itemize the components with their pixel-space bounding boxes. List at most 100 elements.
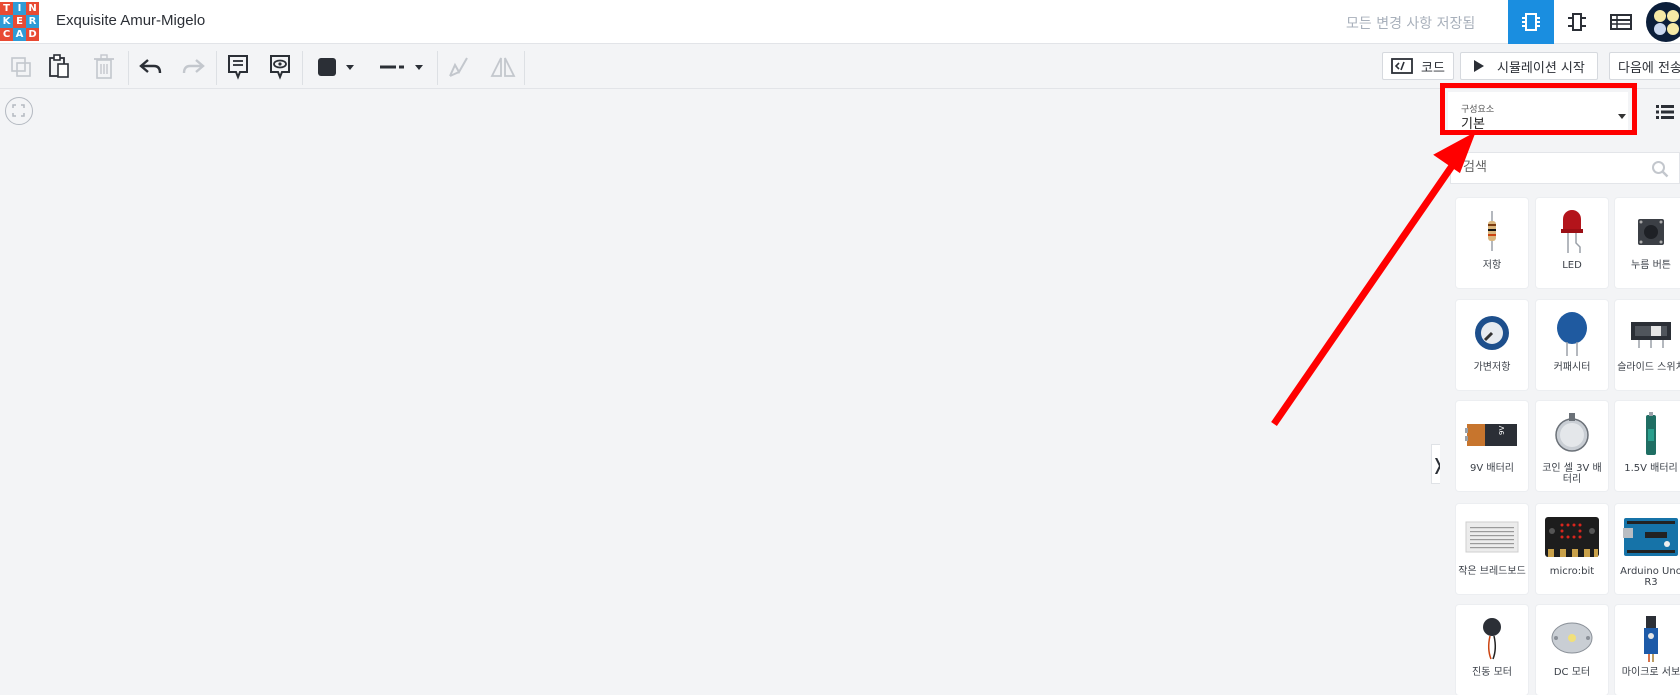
- code-button-label: 코드: [1421, 60, 1445, 76]
- component-tile[interactable]: Arduino Uno R3: [1615, 504, 1680, 594]
- zoom-to-fit-button[interactable]: [5, 97, 33, 125]
- component-tile[interactable]: 1.5V 배터리: [1615, 401, 1680, 491]
- top-bar: TINKERCAD Exquisite Amur-Migelo 모든 변경 사항…: [0, 0, 1680, 44]
- component-label: LED: [1562, 260, 1582, 271]
- component-label: 1.5V 배터리: [1624, 463, 1678, 474]
- save-status: 모든 변경 사항 저장됨: [1346, 16, 1476, 32]
- component-tile[interactable]: 진동 모터: [1456, 605, 1528, 695]
- logo-letter: N: [26, 2, 39, 15]
- component-tile[interactable]: 저항: [1456, 198, 1528, 288]
- slide-switch-icon: [1615, 306, 1680, 360]
- component-label: DC 모터: [1553, 667, 1591, 678]
- component-search-box: [1450, 152, 1680, 184]
- undo-button[interactable]: [136, 51, 166, 83]
- paste-icon: [49, 54, 69, 78]
- led-icon: [1536, 204, 1608, 258]
- project-title[interactable]: Exquisite Amur-Migelo: [56, 12, 205, 29]
- start-simulation-label: 시뮬레이션 시작: [1497, 60, 1585, 76]
- component-label: 누름 버튼: [1631, 260, 1671, 271]
- circuit-view-button[interactable]: [1508, 0, 1554, 44]
- microbit-icon: [1536, 510, 1608, 564]
- resistor-icon: [1456, 204, 1528, 258]
- wire-style-button[interactable]: [370, 51, 432, 83]
- component-label: micro:bit: [1549, 566, 1595, 577]
- toolbar-divider: [302, 51, 303, 85]
- component-tile[interactable]: 가변저항: [1456, 300, 1528, 390]
- toolbar-divider: [524, 51, 525, 85]
- component-label: 슬라이드 스위치: [1617, 362, 1680, 373]
- component-label: 작은 브레드보드: [1458, 566, 1526, 577]
- component-list-view-icon: [1610, 14, 1632, 30]
- start-simulation-button[interactable]: 시뮬레이션 시작: [1460, 52, 1598, 80]
- vibration-motor-icon: [1456, 611, 1528, 665]
- breadboard-icon: [1456, 510, 1528, 564]
- redo-icon: [182, 59, 205, 74]
- component-tile[interactable]: 슬라이드 스위치: [1615, 300, 1680, 390]
- wire-style-icon: [380, 65, 404, 69]
- editor-toolbar: 코드 시뮬레이션 시작 다음에 전송: [0, 45, 1680, 89]
- delete-button[interactable]: [89, 51, 119, 83]
- toolbar-divider: [437, 51, 438, 85]
- tinkercad-logo[interactable]: TINKERCAD: [0, 2, 40, 42]
- chevron-down-icon: [346, 64, 354, 70]
- schematic-view-icon: [1568, 13, 1586, 31]
- component-tile[interactable]: 코인 셀 3V 배터리: [1536, 401, 1608, 491]
- logo-letter: E: [13, 15, 26, 28]
- trash-icon: [94, 54, 114, 79]
- component-list-view-button[interactable]: [1598, 0, 1644, 44]
- component-label: 코인 셀 3V 배터리: [1542, 463, 1602, 485]
- copy-button[interactable]: [6, 51, 36, 83]
- color-picker-button[interactable]: [310, 51, 362, 83]
- color-swatch: [318, 58, 336, 76]
- component-tile[interactable]: 누름 버튼: [1615, 198, 1680, 288]
- component-tile[interactable]: DC 모터: [1536, 605, 1608, 695]
- component-search-input[interactable]: [1461, 159, 1645, 176]
- logo-letter: I: [13, 2, 26, 15]
- rotate-button[interactable]: [444, 51, 474, 83]
- code-button[interactable]: 코드: [1382, 52, 1454, 80]
- dc-motor-icon: [1536, 611, 1608, 665]
- logo-letter: K: [0, 15, 13, 28]
- logo-letter: A: [13, 28, 26, 41]
- circuit-view-icon: [1522, 13, 1540, 31]
- component-label: Arduino Uno R3: [1620, 566, 1680, 588]
- rotate-icon: [449, 57, 468, 77]
- component-tile[interactable]: micro:bit: [1536, 504, 1608, 594]
- logo-letter: T: [0, 2, 13, 15]
- flip-icon: [490, 57, 516, 77]
- component-label: 저항: [1482, 260, 1502, 271]
- component-tile[interactable]: 커패시터: [1536, 300, 1608, 390]
- list-icon: [1656, 105, 1674, 119]
- send-to-label: 다음에 전송: [1618, 60, 1680, 76]
- play-icon: [1474, 60, 1484, 72]
- code-icon: [1391, 58, 1413, 74]
- pushbutton-icon: [1615, 204, 1680, 258]
- chevron-down-icon: [415, 64, 423, 70]
- component-label: 가변저항: [1473, 362, 1511, 373]
- component-tile[interactable]: 9V 9V 배터리: [1456, 401, 1528, 491]
- fit-view-icon: [12, 104, 25, 117]
- note-icon: [228, 55, 248, 80]
- list-view-toggle[interactable]: [1656, 104, 1674, 123]
- component-tile[interactable]: LED: [1536, 198, 1608, 288]
- eye-note-icon: [270, 55, 290, 80]
- send-to-button[interactable]: 다음에 전송: [1609, 52, 1680, 80]
- flip-button[interactable]: [488, 51, 518, 83]
- note-button[interactable]: [223, 51, 253, 83]
- user-avatar[interactable]: [1646, 2, 1680, 42]
- toggle-notes-button[interactable]: [265, 51, 295, 83]
- component-tile[interactable]: 작은 브레드보드: [1456, 504, 1528, 594]
- undo-icon: [139, 59, 162, 74]
- schematic-view-button[interactable]: [1554, 0, 1600, 44]
- logo-letter: D: [26, 28, 39, 41]
- capacitor-icon: [1536, 306, 1608, 360]
- component-tile[interactable]: 마이크로 서보: [1615, 605, 1680, 695]
- paste-button[interactable]: [44, 51, 74, 83]
- redo-button[interactable]: [178, 51, 208, 83]
- coin-cell-battery-icon: [1536, 407, 1608, 461]
- component-label: 커패시터: [1553, 362, 1591, 373]
- logo-letter: R: [26, 15, 39, 28]
- component-label: 진동 모터: [1472, 667, 1512, 678]
- potentiometer-icon: [1456, 306, 1528, 360]
- circuit-canvas[interactable]: [0, 90, 1431, 684]
